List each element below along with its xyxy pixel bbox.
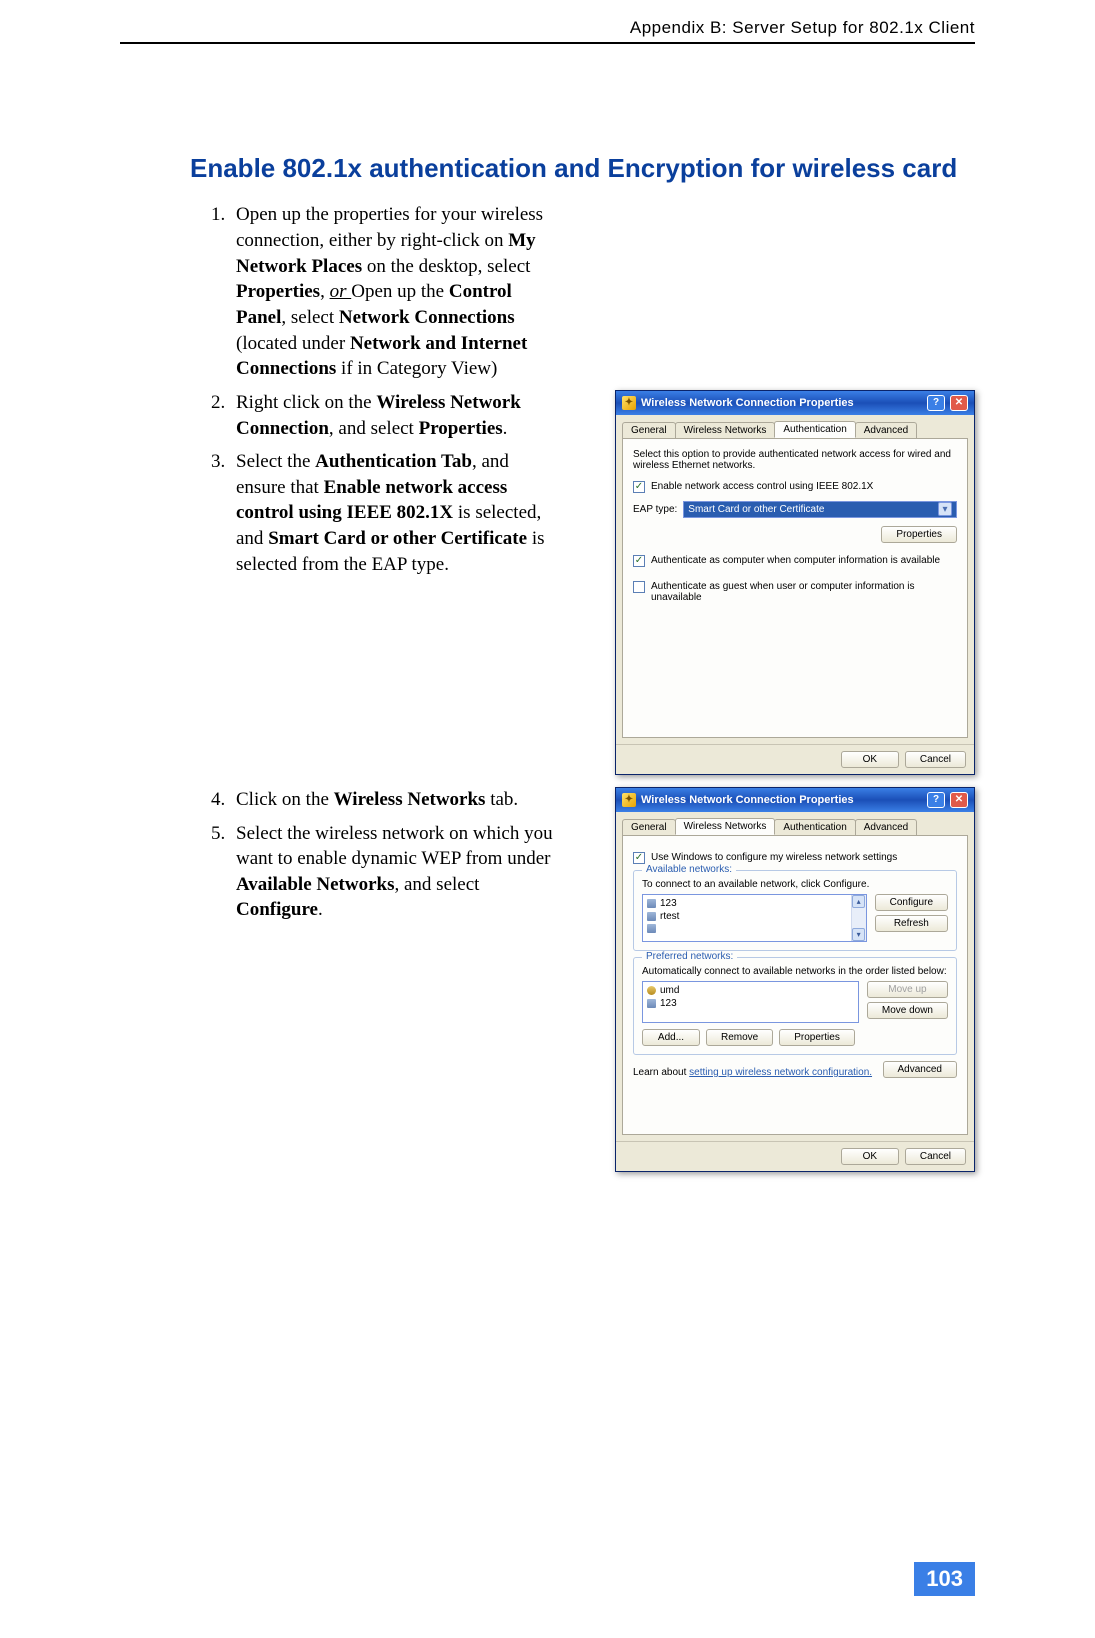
preferred-legend: Preferred networks: [642, 951, 737, 962]
eap-row: EAP type: Smart Card or other Certificat… [633, 501, 957, 518]
preferred-group: Preferred networks: Automatically connec… [633, 957, 957, 1055]
tab-authentication[interactable]: Authentication [774, 421, 855, 438]
list-item[interactable]: 123 [647, 997, 854, 1010]
close-button[interactable]: ✕ [950, 395, 968, 411]
checkbox-icon: ✓ [633, 481, 645, 493]
row-steps-2-3: Right click on the Wireless Network Conn… [190, 390, 975, 775]
list-item[interactable]: umd [647, 984, 854, 997]
page-number: 103 [914, 1562, 975, 1596]
steps-list-2: Right click on the Wireless Network Conn… [190, 390, 560, 577]
header-rule [120, 42, 975, 44]
help-button[interactable]: ? [927, 395, 945, 411]
row-steps-4-5: Click on the Wireless Networks tab. Sele… [190, 787, 975, 1172]
step-1: Open up the properties for your wireless… [230, 202, 560, 381]
available-group: Available networks: To connect to an ava… [633, 870, 957, 951]
auth-footer: OK Cancel [616, 744, 974, 774]
wireless-tabs: General Wireless Networks Authentication… [616, 812, 974, 835]
eap-label: EAP type: [633, 504, 677, 515]
auth-titlebar[interactable]: ✦ Wireless Network Connection Properties… [616, 391, 974, 415]
learn-link[interactable]: setting up wireless network configuratio… [689, 1067, 872, 1078]
auth-panel: Select this option to provide authentica… [622, 438, 968, 738]
checkbox-icon: ✓ [633, 555, 645, 567]
network-icon [647, 912, 656, 921]
wireless-footer: OK Cancel [616, 1141, 974, 1171]
properties-button[interactable]: Properties [779, 1029, 855, 1046]
window-icon: ✦ [622, 396, 636, 410]
wireless-titlebar[interactable]: ✦ Wireless Network Connection Properties… [616, 788, 974, 812]
network-icon [647, 899, 656, 908]
tab-authentication[interactable]: Authentication [774, 819, 855, 836]
wireless-panel: ✓ Use Windows to configure my wireless n… [622, 835, 968, 1135]
step-4: Click on the Wireless Networks tab. [230, 787, 560, 813]
properties-button[interactable]: Properties [881, 526, 957, 543]
page-header: Appendix B: Server Setup for 802.1x Clie… [630, 18, 975, 38]
wireless-title: Wireless Network Connection Properties [641, 794, 854, 806]
refresh-button[interactable]: Refresh [875, 915, 948, 932]
tab-general[interactable]: General [622, 819, 676, 836]
remove-button[interactable]: Remove [706, 1029, 773, 1046]
tab-advanced[interactable]: Advanced [855, 819, 917, 836]
list-item[interactable]: rtest [647, 910, 847, 923]
preferred-desc: Automatically connect to available netwo… [642, 966, 948, 977]
list-item[interactable]: 123 [647, 897, 847, 910]
eap-type-select[interactable]: Smart Card or other Certificate ▾ [683, 501, 957, 518]
tab-general[interactable]: General [622, 422, 676, 439]
scrollbar[interactable]: ▴ ▾ [851, 895, 866, 941]
content-area: Enable 802.1x authentication and Encrypt… [190, 150, 975, 1172]
list-item[interactable] [647, 923, 847, 934]
network-icon [647, 924, 656, 933]
chk-auth-guest[interactable]: Authenticate as guest when user or compu… [633, 581, 957, 603]
step-5: Select the wireless network on which you… [230, 821, 560, 924]
add-button[interactable]: Add... [642, 1029, 700, 1046]
network-icon [647, 999, 656, 1008]
network-icon [647, 986, 656, 995]
row-step1: Open up the properties for your wireless… [190, 202, 975, 389]
tab-wireless[interactable]: Wireless Networks [675, 422, 776, 439]
close-button[interactable]: ✕ [950, 792, 968, 808]
scroll-up-icon[interactable]: ▴ [852, 895, 865, 908]
chevron-down-icon: ▾ [938, 502, 952, 516]
available-desc: To connect to an available network, clic… [642, 879, 948, 890]
chk-enable-8021x[interactable]: ✓ Enable network access control using IE… [633, 481, 957, 493]
step-2: Right click on the Wireless Network Conn… [230, 390, 560, 441]
ok-button[interactable]: OK [841, 1148, 899, 1165]
help-button[interactable]: ? [927, 792, 945, 808]
auth-tabs: General Wireless Networks Authentication… [616, 415, 974, 438]
auth-desc: Select this option to provide authentica… [633, 449, 957, 471]
tab-advanced[interactable]: Advanced [855, 422, 917, 439]
step-3: Select the Authentication Tab, and ensur… [230, 449, 560, 577]
checkbox-icon [633, 581, 645, 593]
tab-wireless[interactable]: Wireless Networks [675, 818, 776, 835]
scroll-down-icon[interactable]: ▾ [852, 928, 865, 941]
moveup-button[interactable]: Move up [867, 981, 948, 998]
configure-button[interactable]: Configure [875, 894, 948, 911]
learn-text: Learn about setting up wireless network … [633, 1067, 875, 1078]
advanced-button[interactable]: Advanced [883, 1061, 957, 1078]
steps-list-3: Click on the Wireless Networks tab. Sele… [190, 787, 560, 923]
auth-dialog: ✦ Wireless Network Connection Properties… [615, 390, 975, 775]
cancel-button[interactable]: Cancel [905, 1148, 966, 1165]
preferred-list[interactable]: umd 123 [642, 981, 859, 1023]
wireless-dialog: ✦ Wireless Network Connection Properties… [615, 787, 975, 1172]
steps-list-1: Open up the properties for your wireless… [190, 202, 560, 381]
auth-title: Wireless Network Connection Properties [641, 397, 854, 409]
available-list[interactable]: 123 rtest ▴ ▾ [642, 894, 867, 942]
available-legend: Available networks: [642, 864, 736, 875]
checkbox-icon: ✓ [633, 852, 645, 864]
window-icon: ✦ [622, 793, 636, 807]
cancel-button[interactable]: Cancel [905, 751, 966, 768]
section-title: Enable 802.1x authentication and Encrypt… [190, 150, 975, 186]
chk-auth-computer[interactable]: ✓ Authenticate as computer when computer… [633, 555, 957, 567]
chk-use-windows[interactable]: ✓ Use Windows to configure my wireless n… [633, 852, 957, 864]
movedown-button[interactable]: Move down [867, 1002, 948, 1019]
ok-button[interactable]: OK [841, 751, 899, 768]
